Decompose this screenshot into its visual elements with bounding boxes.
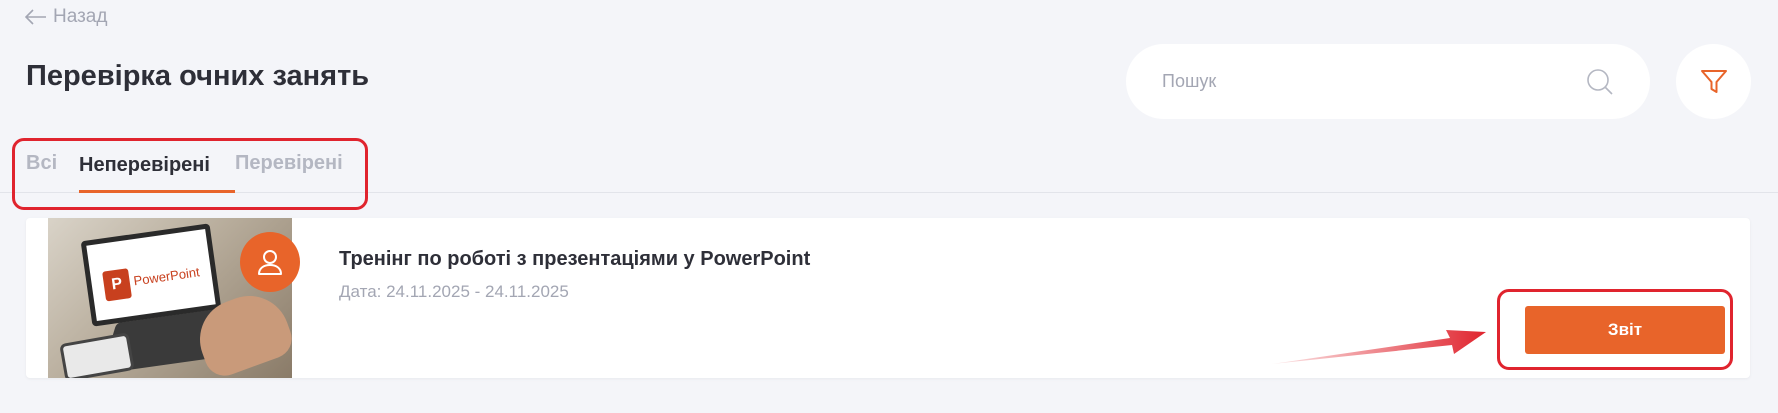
thumbnail-label: PowerPoint — [132, 264, 201, 289]
search-icon[interactable] — [1586, 68, 1614, 96]
search-input[interactable] — [1162, 71, 1586, 92]
report-button[interactable]: Звіт — [1525, 306, 1725, 354]
course-card: P PowerPoint Тренінг по роботі з презент… — [26, 218, 1750, 378]
back-link-label: Назад — [53, 6, 108, 27]
back-link[interactable]: Назад — [25, 6, 107, 28]
thumbnail-laptop-screen: P PowerPoint — [80, 223, 222, 327]
course-title[interactable]: Тренінг по роботі з презентаціями у Powe… — [339, 248, 810, 271]
filter-button[interactable] — [1676, 44, 1751, 119]
course-date: Дата: 24.11.2025 - 24.11.2025 — [339, 282, 569, 301]
search-box[interactable] — [1126, 44, 1650, 119]
powerpoint-logo-icon: P — [102, 268, 132, 302]
user-icon — [258, 250, 282, 275]
thumbnail-phone — [59, 332, 135, 378]
arrow-annotation-icon — [1272, 330, 1486, 364]
arrow-left-icon — [25, 9, 46, 25]
avatar-badge — [240, 232, 300, 292]
tabs-annotation-box — [12, 138, 368, 210]
page-title: Перевірка очних занять — [26, 60, 370, 92]
filter-icon — [1700, 69, 1727, 93]
